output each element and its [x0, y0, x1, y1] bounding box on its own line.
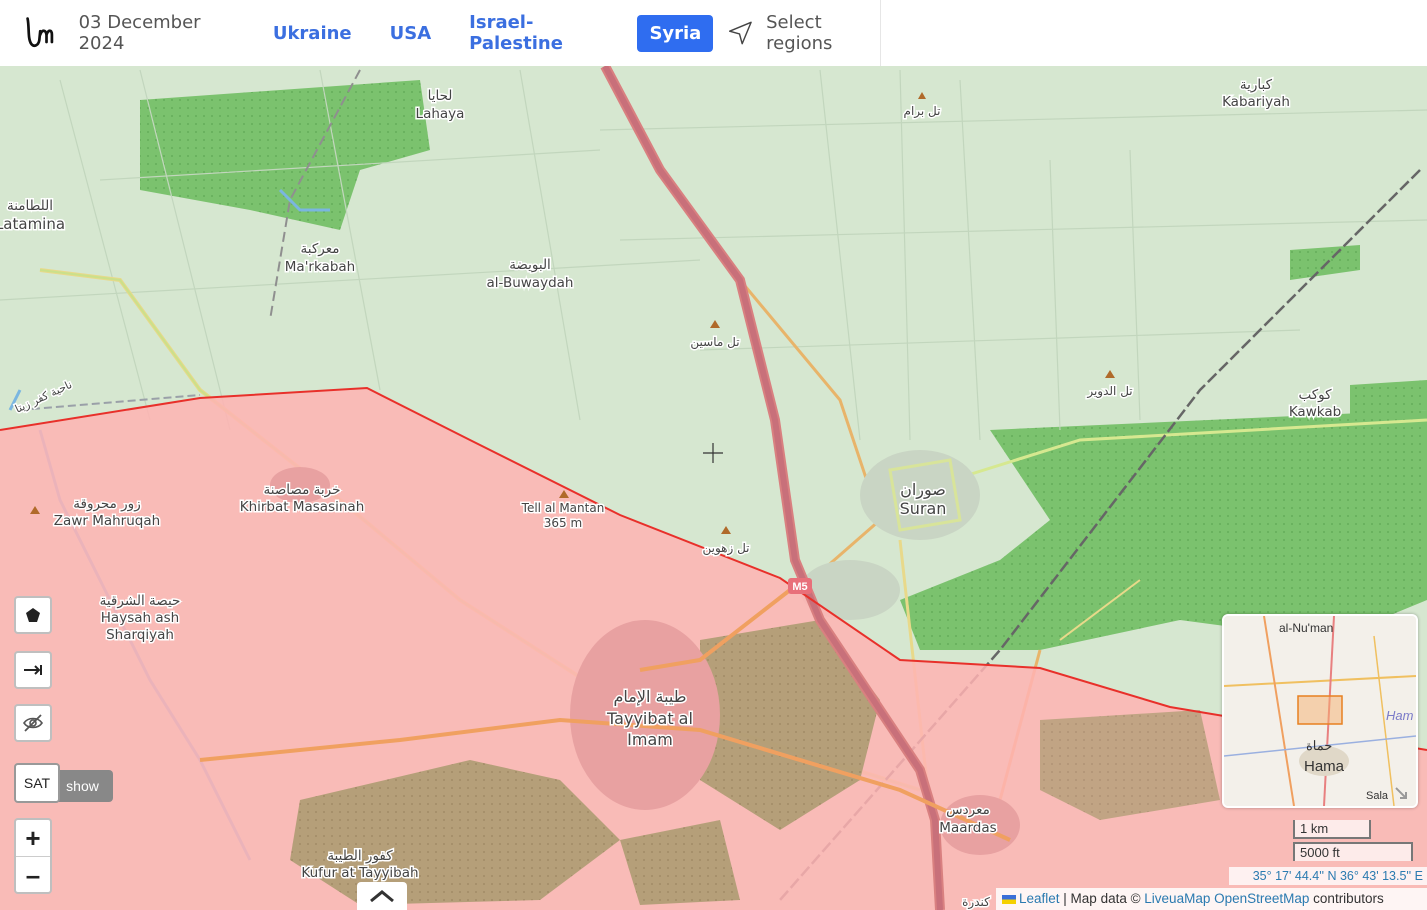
lahaya-ar-label: لحايا — [428, 88, 453, 104]
liveuamap-logo-icon[interactable] — [24, 13, 55, 53]
map-view[interactable]: M5 اللطامنة Latamina لحايا Lahaya معركبة… — [0, 66, 1427, 910]
collapse-panel-button[interactable] — [357, 882, 407, 910]
tab-israel-palestine[interactable]: Israel-Palestine — [457, 4, 623, 62]
markabah-label: Ma'rkabah — [285, 259, 355, 275]
kawkab-ar-label: كوكب — [1298, 387, 1332, 403]
zoom-out-button[interactable]: – — [16, 857, 50, 893]
select-regions-label: Select regions — [766, 12, 833, 54]
lahaya-label: Lahaya — [416, 106, 465, 122]
arrow-right-to-bar-icon — [24, 665, 42, 675]
top-bar: 03 December 2024 Ukraine USA Israel-Pale… — [0, 0, 881, 66]
zoom-control: + – — [14, 818, 52, 894]
minimap-ham: Ham — [1386, 708, 1414, 723]
khirbat-ar-label: خربة مصاصنة — [264, 482, 341, 498]
pentagon-icon — [26, 608, 40, 622]
minimap-label-numan: al-Nu'man — [1279, 621, 1334, 635]
zawr-label: Zawr Mahruqah — [54, 513, 160, 529]
kufur-ar-label: كفور الطيبة — [327, 848, 393, 864]
maardas-ar-label: معردس — [946, 802, 990, 818]
attribution-separator: | Map data © — [1059, 891, 1145, 906]
suran-ar-label: صوران — [900, 480, 946, 500]
map-attribution: Leaflet | Map data © LiveuaMap OpenStree… — [996, 888, 1427, 910]
minimap-sala: Sala — [1366, 790, 1389, 802]
minimap-viewport[interactable] — [1297, 695, 1343, 725]
buwaydah-label: al-Buwaydah — [487, 275, 574, 291]
liveuamap-link[interactable]: LiveuaMap — [1144, 891, 1210, 906]
tell-masin-label: تل ماسين — [690, 335, 739, 350]
latamina-ar-label: اللطامنة — [7, 198, 53, 214]
maardas-label: Maardas — [939, 820, 996, 836]
haysah-label-2: Sharqiyah — [106, 627, 174, 643]
tab-ukraine[interactable]: Ukraine — [261, 15, 364, 52]
markabah-ar-label: معركبة — [301, 241, 340, 257]
tell-mantan-elev: 365 m — [544, 516, 582, 530]
tab-syria[interactable]: Syria — [637, 14, 714, 52]
m5-label: M5 — [792, 581, 807, 593]
osm-link[interactable]: OpenStreetMap — [1214, 891, 1309, 906]
top-bar-spacer — [881, 0, 1427, 66]
draw-polygon-button[interactable] — [14, 596, 52, 634]
tayyibat-label-1: Tayyibat al — [606, 709, 693, 728]
kabariyah-label: Kabariyah — [1222, 94, 1290, 110]
chevron-up-icon — [370, 890, 394, 903]
tell-dweir-label: تل الدوير — [1086, 384, 1132, 399]
tayyibat-ar-label: طيبة الإمام — [614, 687, 687, 706]
scale-km: 1 km — [1293, 820, 1371, 839]
scale-ft: 5000 ft — [1293, 842, 1413, 861]
kabariyah-ar-label: كبارية — [1240, 77, 1273, 93]
cursor-coordinates: 35° 17' 44.4'' N 36° 43' 13.5'' E — [1229, 867, 1427, 885]
haysah-ar-label: حيصة الشرقية — [100, 593, 181, 609]
haysah-label-1: Haysah ash — [101, 610, 179, 626]
map-canvas[interactable]: M5 اللطامنة Latamina لحايا Lahaya معركبة… — [0, 66, 1427, 910]
suran-label: Suran — [900, 499, 947, 518]
tell-baram-label: تل برام — [904, 104, 941, 119]
measure-button[interactable] — [14, 651, 52, 689]
eye-slash-icon — [23, 714, 43, 732]
current-date[interactable]: 03 December 2024 — [79, 12, 235, 54]
show-toggle[interactable]: show — [52, 770, 113, 802]
select-regions-button[interactable]: Select regions — [727, 12, 880, 54]
buwaydah-ar-label: البويضة — [509, 257, 551, 273]
minimap-hama-ar: حماة — [1306, 738, 1333, 753]
kawkab-label: Kawkab — [1289, 404, 1341, 420]
navigation-arrow-icon — [729, 21, 753, 45]
attribution-suffix: contributors — [1309, 891, 1384, 906]
kundura-ar-label: كندرة — [962, 895, 990, 910]
tayyibat-label-2: Imam — [627, 730, 673, 749]
satellite-toggle-button[interactable]: SAT — [14, 763, 60, 803]
tab-usa[interactable]: USA — [378, 15, 444, 52]
zawr-ar-label: زور محروقة — [73, 496, 140, 512]
minimap[interactable]: al-Nu'man حماة Hama Ham Sala — [1222, 614, 1418, 808]
tell-zahwin-label: تل زهوين — [702, 541, 749, 556]
zoom-in-button[interactable]: + — [16, 820, 50, 857]
kufur-label: Kufur at Tayyibah — [301, 865, 418, 881]
tell-mantan-label: Tell al Mantan — [521, 501, 605, 515]
minimap-hama: Hama — [1304, 758, 1345, 775]
ukraine-flag-icon — [1002, 894, 1016, 904]
toggle-layer-button[interactable] — [14, 704, 52, 742]
leaflet-link[interactable]: Leaflet — [1019, 891, 1060, 906]
latamina-label: Latamina — [0, 215, 65, 233]
khirbat-label: Khirbat Masasinah — [240, 499, 365, 515]
